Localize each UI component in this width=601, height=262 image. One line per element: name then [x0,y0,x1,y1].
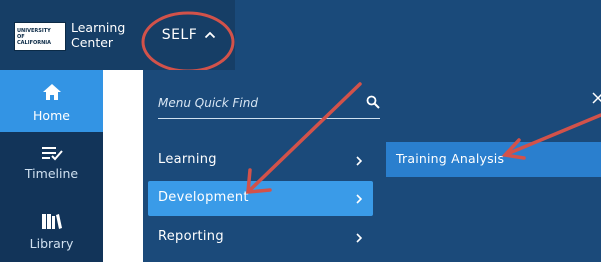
left-sidebar: Home Timeline Library [0,70,103,262]
menu-quick-find [158,88,380,119]
self-tab-label: SELF [161,27,198,43]
chevron-up-icon [205,31,216,39]
sidebar-item-library[interactable]: Library [0,200,103,262]
search-icon[interactable] [366,95,380,109]
university-logo: UNIVERSITY OF CALIFORNIA [14,22,66,51]
sidebar-item-label: Timeline [24,166,79,181]
self-menu-panel: Learning Development Reporting Training … [143,70,601,262]
timeline-icon [41,147,63,161]
submenu-item-training-analysis[interactable]: Training Analysis [386,142,601,177]
home-icon [42,84,61,100]
app-title: Learning Center [71,20,125,50]
content-gutter [103,70,143,262]
app-title-line1: Learning [71,20,126,35]
logo-area[interactable]: UNIVERSITY OF CALIFORNIA Learning Center [0,0,143,70]
menu-item-reporting[interactable]: Reporting [148,220,373,255]
library-icon [41,214,62,229]
menu-item-learning[interactable]: Learning [148,143,373,178]
submenu-item-label: Training Analysis [396,151,505,166]
self-menu-tab[interactable]: SELF [143,0,235,70]
chevron-right-icon [356,194,362,204]
menu-quick-find-input[interactable] [158,92,358,114]
chevron-right-icon [356,233,362,243]
sidebar-item-timeline[interactable]: Timeline [0,132,103,194]
menu-item-development[interactable]: Development [148,181,373,216]
sidebar-item-label: Library [29,236,74,251]
chevron-right-icon [356,156,362,166]
menu-item-label: Development [158,190,249,205]
app-title-line2: Center [71,35,114,50]
close-icon[interactable] [592,92,601,104]
sidebar-item-label: Home [33,108,70,123]
sidebar-item-home[interactable]: Home [0,70,103,132]
menu-item-label: Reporting [158,229,224,244]
menu-item-label: Learning [158,152,217,167]
